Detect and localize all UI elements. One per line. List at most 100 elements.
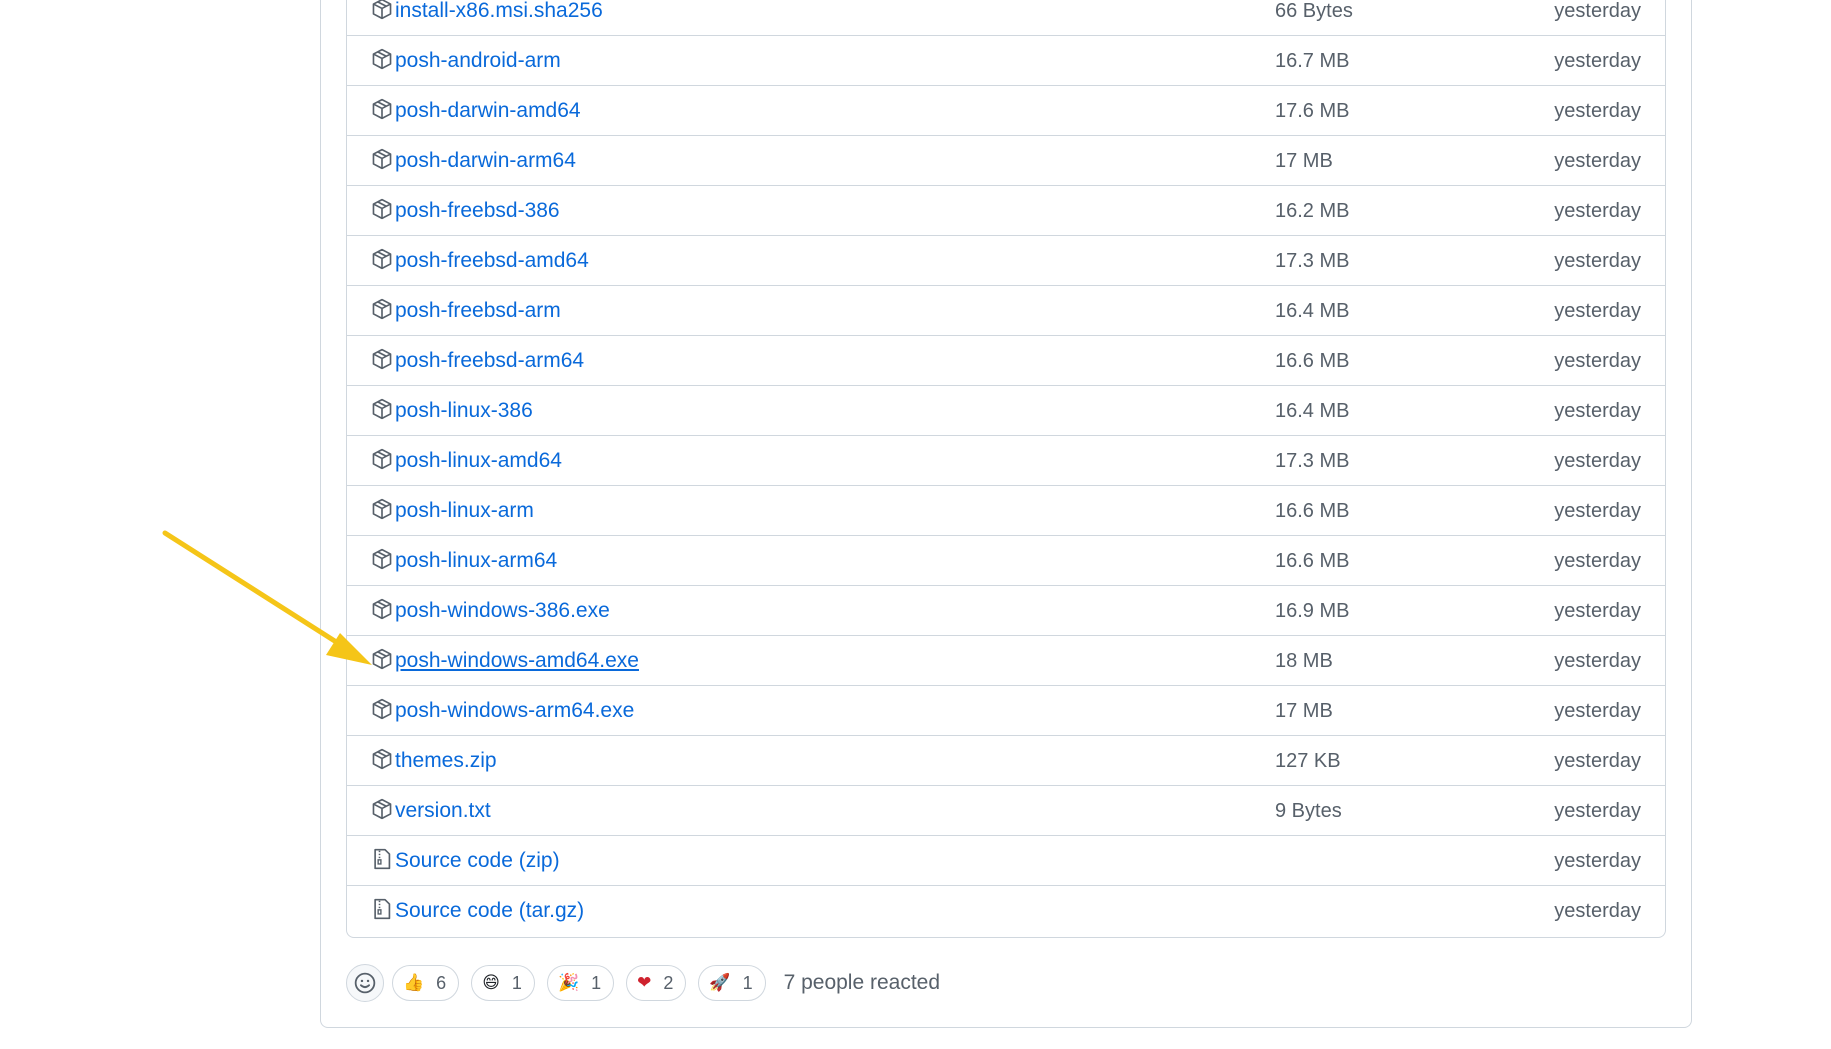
asset-link[interactable]: Source code (zip) <box>395 847 560 875</box>
asset-row: posh-android-arm 16.7 MB yesterday <box>347 36 1665 86</box>
asset-name: Source code <box>395 899 513 922</box>
heart-icon: ❤ <box>637 973 652 993</box>
package-icon <box>371 198 393 220</box>
asset-row: posh-freebsd-amd64 17.3 MB yesterday <box>347 236 1665 286</box>
asset-link[interactable]: posh-linux-386 <box>395 397 533 425</box>
asset-link[interactable]: posh-linux-arm64 <box>395 547 557 575</box>
asset-size: 66 Bytes <box>1275 0 1353 22</box>
asset-name: posh-darwin-amd64 <box>395 99 581 122</box>
asset-name: posh-linux-arm <box>395 499 534 522</box>
asset-name: posh-freebsd-arm <box>395 299 561 322</box>
reaction-count: 1 <box>742 972 753 993</box>
asset-name: Source code <box>395 849 513 872</box>
asset-link[interactable]: posh-windows-arm64.exe <box>395 697 634 725</box>
asset-date: yesterday <box>1554 100 1641 122</box>
package-icon <box>371 98 393 120</box>
asset-date: yesterday <box>1554 450 1641 472</box>
asset-size: 127 KB <box>1275 750 1341 772</box>
asset-size: 16.7 MB <box>1275 50 1350 72</box>
asset-row: posh-windows-arm64.exe 17 MB yesterday <box>347 686 1665 736</box>
asset-link[interactable]: posh-windows-386.exe <box>395 597 610 625</box>
asset-date: yesterday <box>1554 500 1641 522</box>
asset-row: posh-windows-386.exe 16.9 MB yesterday <box>347 586 1665 636</box>
reaction-hooray-button[interactable]: 🎉 1 <box>546 965 615 1001</box>
file-zip-icon <box>371 848 393 870</box>
asset-link[interactable]: version.txt <box>395 797 491 825</box>
reactions-summary: 7 people reacted <box>783 971 941 994</box>
asset-row: posh-darwin-arm64 17 MB yesterday <box>347 136 1665 186</box>
hooray-icon: 🎉 <box>557 973 580 993</box>
package-icon <box>371 648 393 670</box>
asset-link[interactable]: posh-darwin-arm64 <box>395 147 576 175</box>
asset-row: posh-freebsd-386 16.2 MB yesterday <box>347 186 1665 236</box>
package-icon <box>371 348 393 370</box>
asset-link[interactable]: posh-windows-amd64.exe <box>395 647 639 675</box>
asset-date: yesterday <box>1554 350 1641 372</box>
asset-size: 16.6 MB <box>1275 500 1350 522</box>
asset-link[interactable]: posh-freebsd-386 <box>395 197 560 225</box>
reactions-bar: 👍 6 😄 1 🎉 1 ❤ 2 🚀 1 7 people reacted <box>346 963 940 1003</box>
asset-link[interactable]: install-x86.msi.sha256 <box>395 0 603 25</box>
reaction-rocket-button[interactable]: 🚀 1 <box>698 965 766 1001</box>
smiley-icon <box>354 972 376 994</box>
asset-link[interactable]: Source code (tar.gz) <box>395 897 584 925</box>
asset-row: posh-linux-386 16.4 MB yesterday <box>347 386 1665 436</box>
asset-date: yesterday <box>1554 200 1641 222</box>
package-icon <box>371 748 393 770</box>
file-zip-icon <box>371 898 393 920</box>
asset-date: yesterday <box>1554 750 1641 772</box>
reaction-count: 6 <box>436 972 447 993</box>
package-icon <box>371 498 393 520</box>
asset-name: posh-android-arm <box>395 49 561 72</box>
asset-size: 17.3 MB <box>1275 450 1350 472</box>
reaction-thumbs-up-button[interactable]: 👍 6 <box>392 965 460 1001</box>
asset-row: posh-darwin-amd64 17.6 MB yesterday <box>347 86 1665 136</box>
reaction-count: 1 <box>511 972 522 993</box>
asset-date: yesterday <box>1554 400 1641 422</box>
asset-row: posh-freebsd-arm 16.4 MB yesterday <box>347 286 1665 336</box>
asset-link[interactable]: posh-freebsd-amd64 <box>395 247 589 275</box>
asset-row: install-x86.msi.sha256 66 Bytes yesterday <box>347 0 1665 36</box>
asset-size: 17.6 MB <box>1275 100 1350 122</box>
reaction-count: 1 <box>591 972 602 993</box>
package-icon <box>371 798 393 820</box>
package-icon <box>371 448 393 470</box>
asset-size: 16.9 MB <box>1275 600 1350 622</box>
asset-date: yesterday <box>1554 900 1641 922</box>
asset-link[interactable]: posh-freebsd-arm64 <box>395 347 584 375</box>
asset-link[interactable]: posh-linux-arm <box>395 497 534 525</box>
asset-name: themes.zip <box>395 749 497 772</box>
asset-date: yesterday <box>1554 300 1641 322</box>
asset-name: version.txt <box>395 799 491 822</box>
asset-date: yesterday <box>1554 800 1641 822</box>
asset-row: posh-freebsd-arm64 16.6 MB yesterday <box>347 336 1665 386</box>
asset-size: 17 MB <box>1275 700 1333 722</box>
laugh-icon: 😄 <box>482 973 500 993</box>
add-reaction-button[interactable] <box>346 964 384 1002</box>
asset-row: posh-linux-amd64 17.3 MB yesterday <box>347 436 1665 486</box>
package-icon <box>371 298 393 320</box>
asset-row: themes.zip 127 KB yesterday <box>347 736 1665 786</box>
package-icon <box>371 48 393 70</box>
asset-name: posh-windows-386.exe <box>395 599 610 622</box>
asset-link[interactable]: themes.zip <box>395 747 497 775</box>
asset-row: version.txt 9 Bytes yesterday <box>347 786 1665 836</box>
asset-row: posh-linux-arm64 16.6 MB yesterday <box>347 536 1665 586</box>
asset-link[interactable]: posh-android-arm <box>395 47 561 75</box>
asset-date: yesterday <box>1554 700 1641 722</box>
asset-date: yesterday <box>1554 550 1641 572</box>
asset-link[interactable]: posh-darwin-amd64 <box>395 97 581 125</box>
reaction-heart-button[interactable]: ❤ 2 <box>626 965 687 1001</box>
asset-row: Source code (zip) yesterday <box>347 836 1665 886</box>
asset-size: 17 MB <box>1275 150 1333 172</box>
asset-link[interactable]: posh-freebsd-arm <box>395 297 561 325</box>
asset-name: posh-windows-arm64.exe <box>395 699 635 722</box>
asset-name: posh-linux-386 <box>395 399 533 422</box>
asset-link[interactable]: posh-linux-amd64 <box>395 447 562 475</box>
asset-date: yesterday <box>1554 0 1641 22</box>
asset-format: (zip) <box>518 849 560 872</box>
asset-size: 9 Bytes <box>1275 800 1342 822</box>
asset-name: posh-freebsd-386 <box>395 199 560 222</box>
asset-size: 16.4 MB <box>1275 400 1350 422</box>
reaction-laugh-button[interactable]: 😄 1 <box>471 965 535 1001</box>
